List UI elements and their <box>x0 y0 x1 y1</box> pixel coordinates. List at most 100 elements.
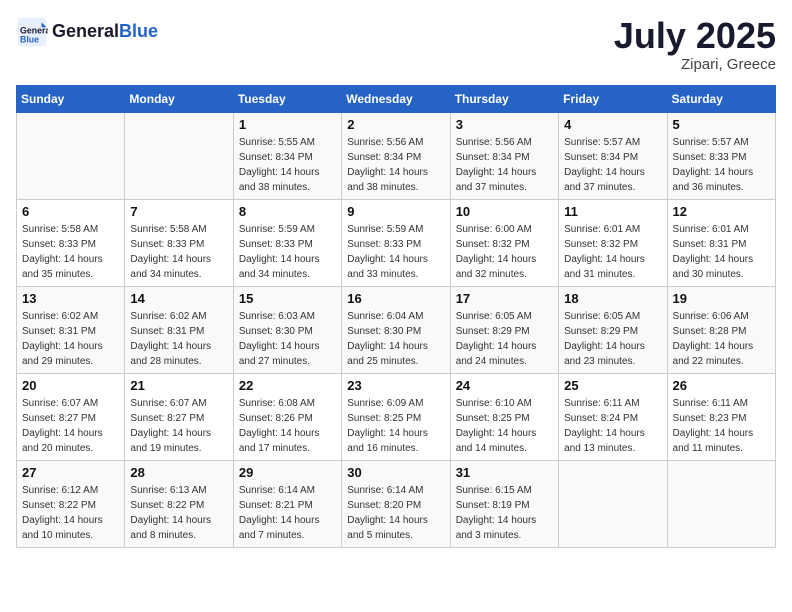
calendar-cell: 21 Sunrise: 6:07 AMSunset: 8:27 PMDayligh… <box>125 373 233 460</box>
calendar-cell: 13 Sunrise: 6:02 AMSunset: 8:31 PMDayligh… <box>17 286 125 373</box>
day-detail: Sunrise: 6:12 AMSunset: 8:22 PMDaylight:… <box>22 483 119 543</box>
calendar-cell: 9 Sunrise: 5:59 AMSunset: 8:33 PMDaylight… <box>342 199 450 286</box>
weekday-header: Wednesday <box>342 85 450 112</box>
svg-text:Blue: Blue <box>20 34 39 44</box>
day-detail: Sunrise: 6:05 AMSunset: 8:29 PMDaylight:… <box>564 309 661 369</box>
logo-blue: Blue <box>119 21 158 41</box>
location: Zipari, Greece <box>614 56 776 73</box>
day-number: 22 <box>239 378 336 393</box>
calendar-cell: 19 Sunrise: 6:06 AMSunset: 8:28 PMDayligh… <box>667 286 775 373</box>
day-detail: Sunrise: 6:02 AMSunset: 8:31 PMDaylight:… <box>130 309 227 369</box>
day-number: 28 <box>130 465 227 480</box>
calendar-week-row: 27 Sunrise: 6:12 AMSunset: 8:22 PMDayligh… <box>17 460 776 547</box>
day-number: 19 <box>673 291 770 306</box>
logo: General Blue GeneralBlue <box>16 16 158 48</box>
calendar-cell: 22Sunrise: 6:08 AMSunset: 8:26 PMDayligh… <box>233 373 341 460</box>
calendar-cell: 23 Sunrise: 6:09 AMSunset: 8:25 PMDayligh… <box>342 373 450 460</box>
day-detail: Sunrise: 5:57 AMSunset: 8:34 PMDaylight:… <box>564 135 661 195</box>
day-detail: Sunrise: 6:02 AMSunset: 8:31 PMDaylight:… <box>22 309 119 369</box>
day-number: 26 <box>673 378 770 393</box>
day-number: 15 <box>239 291 336 306</box>
calendar-cell: 14Sunrise: 6:02 AMSunset: 8:31 PMDayligh… <box>125 286 233 373</box>
calendar-week-row: 6 Sunrise: 5:58 AMSunset: 8:33 PMDaylight… <box>17 199 776 286</box>
calendar-cell: 7 Sunrise: 5:58 AMSunset: 8:33 PMDaylight… <box>125 199 233 286</box>
day-detail: Sunrise: 6:15 AMSunset: 8:19 PMDaylight:… <box>456 483 553 543</box>
calendar-cell: 28 Sunrise: 6:13 AMSunset: 8:22 PMDayligh… <box>125 460 233 547</box>
calendar-cell: 5 Sunrise: 5:57 AMSunset: 8:33 PMDaylight… <box>667 112 775 199</box>
day-number: 30 <box>347 465 444 480</box>
calendar-cell: 25 Sunrise: 6:11 AMSunset: 8:24 PMDayligh… <box>559 373 667 460</box>
weekday-header: Thursday <box>450 85 558 112</box>
day-detail: Sunrise: 6:01 AMSunset: 8:31 PMDaylight:… <box>673 222 770 282</box>
weekday-header: Monday <box>125 85 233 112</box>
calendar-week-row: 13 Sunrise: 6:02 AMSunset: 8:31 PMDayligh… <box>17 286 776 373</box>
day-number: 13 <box>22 291 119 306</box>
day-detail: Sunrise: 6:05 AMSunset: 8:29 PMDaylight:… <box>456 309 553 369</box>
calendar-cell: 1Sunrise: 5:55 AMSunset: 8:34 PMDaylight… <box>233 112 341 199</box>
day-detail: Sunrise: 6:00 AMSunset: 8:32 PMDaylight:… <box>456 222 553 282</box>
day-number: 27 <box>22 465 119 480</box>
weekday-header: Sunday <box>17 85 125 112</box>
weekday-header: Friday <box>559 85 667 112</box>
calendar-cell: 26Sunrise: 6:11 AMSunset: 8:23 PMDayligh… <box>667 373 775 460</box>
day-number: 1 <box>239 117 336 132</box>
day-number: 6 <box>22 204 119 219</box>
day-number: 18 <box>564 291 661 306</box>
day-detail: Sunrise: 6:13 AMSunset: 8:22 PMDaylight:… <box>130 483 227 543</box>
weekday-header: Saturday <box>667 85 775 112</box>
day-detail: Sunrise: 5:58 AMSunset: 8:33 PMDaylight:… <box>22 222 119 282</box>
calendar-cell: 17 Sunrise: 6:05 AMSunset: 8:29 PMDayligh… <box>450 286 558 373</box>
calendar-cell <box>667 460 775 547</box>
calendar-cell: 24 Sunrise: 6:10 AMSunset: 8:25 PMDayligh… <box>450 373 558 460</box>
day-detail: Sunrise: 5:58 AMSunset: 8:33 PMDaylight:… <box>130 222 227 282</box>
weekday-header: Tuesday <box>233 85 341 112</box>
day-number: 16 <box>347 291 444 306</box>
day-detail: Sunrise: 6:01 AMSunset: 8:32 PMDaylight:… <box>564 222 661 282</box>
title-block: July 2025 Zipari, Greece <box>614 16 776 73</box>
logo-icon: General Blue <box>16 16 48 48</box>
day-detail: Sunrise: 6:03 AMSunset: 8:30 PMDaylight:… <box>239 309 336 369</box>
day-detail: Sunrise: 6:09 AMSunset: 8:25 PMDaylight:… <box>347 396 444 456</box>
day-detail: Sunrise: 5:59 AMSunset: 8:33 PMDaylight:… <box>239 222 336 282</box>
day-number: 25 <box>564 378 661 393</box>
weekday-header-row: SundayMondayTuesdayWednesdayThursdayFrid… <box>17 85 776 112</box>
calendar-cell <box>17 112 125 199</box>
calendar-cell: 8Sunrise: 5:59 AMSunset: 8:33 PMDaylight… <box>233 199 341 286</box>
day-detail: Sunrise: 6:14 AMSunset: 8:21 PMDaylight:… <box>239 483 336 543</box>
page-header: General Blue GeneralBlue July 2025 Zipar… <box>16 16 776 73</box>
calendar-cell <box>125 112 233 199</box>
calendar-cell: 11 Sunrise: 6:01 AMSunset: 8:32 PMDayligh… <box>559 199 667 286</box>
month-year: July 2025 <box>614 16 776 56</box>
calendar-cell: 4 Sunrise: 5:57 AMSunset: 8:34 PMDaylight… <box>559 112 667 199</box>
day-detail: Sunrise: 6:11 AMSunset: 8:24 PMDaylight:… <box>564 396 661 456</box>
day-detail: Sunrise: 5:59 AMSunset: 8:33 PMDaylight:… <box>347 222 444 282</box>
day-number: 3 <box>456 117 553 132</box>
day-number: 24 <box>456 378 553 393</box>
day-number: 9 <box>347 204 444 219</box>
calendar-week-row: 1Sunrise: 5:55 AMSunset: 8:34 PMDaylight… <box>17 112 776 199</box>
day-detail: Sunrise: 6:04 AMSunset: 8:30 PMDaylight:… <box>347 309 444 369</box>
calendar-cell: 15 Sunrise: 6:03 AMSunset: 8:30 PMDayligh… <box>233 286 341 373</box>
day-number: 4 <box>564 117 661 132</box>
day-number: 29 <box>239 465 336 480</box>
day-number: 12 <box>673 204 770 219</box>
day-detail: Sunrise: 6:10 AMSunset: 8:25 PMDaylight:… <box>456 396 553 456</box>
day-number: 2 <box>347 117 444 132</box>
day-number: 5 <box>673 117 770 132</box>
day-detail: Sunrise: 6:07 AMSunset: 8:27 PMDaylight:… <box>22 396 119 456</box>
day-detail: Sunrise: 6:06 AMSunset: 8:28 PMDaylight:… <box>673 309 770 369</box>
calendar-cell: 2Sunrise: 5:56 AMSunset: 8:34 PMDaylight… <box>342 112 450 199</box>
day-number: 17 <box>456 291 553 306</box>
day-detail: Sunrise: 6:14 AMSunset: 8:20 PMDaylight:… <box>347 483 444 543</box>
calendar-table: SundayMondayTuesdayWednesdayThursdayFrid… <box>16 85 776 548</box>
day-number: 7 <box>130 204 227 219</box>
day-detail: Sunrise: 5:57 AMSunset: 8:33 PMDaylight:… <box>673 135 770 195</box>
day-number: 11 <box>564 204 661 219</box>
day-number: 21 <box>130 378 227 393</box>
day-number: 23 <box>347 378 444 393</box>
day-number: 10 <box>456 204 553 219</box>
calendar-cell: 20Sunrise: 6:07 AMSunset: 8:27 PMDayligh… <box>17 373 125 460</box>
day-detail: Sunrise: 6:07 AMSunset: 8:27 PMDaylight:… <box>130 396 227 456</box>
calendar-week-row: 20Sunrise: 6:07 AMSunset: 8:27 PMDayligh… <box>17 373 776 460</box>
calendar-cell: 27 Sunrise: 6:12 AMSunset: 8:22 PMDayligh… <box>17 460 125 547</box>
